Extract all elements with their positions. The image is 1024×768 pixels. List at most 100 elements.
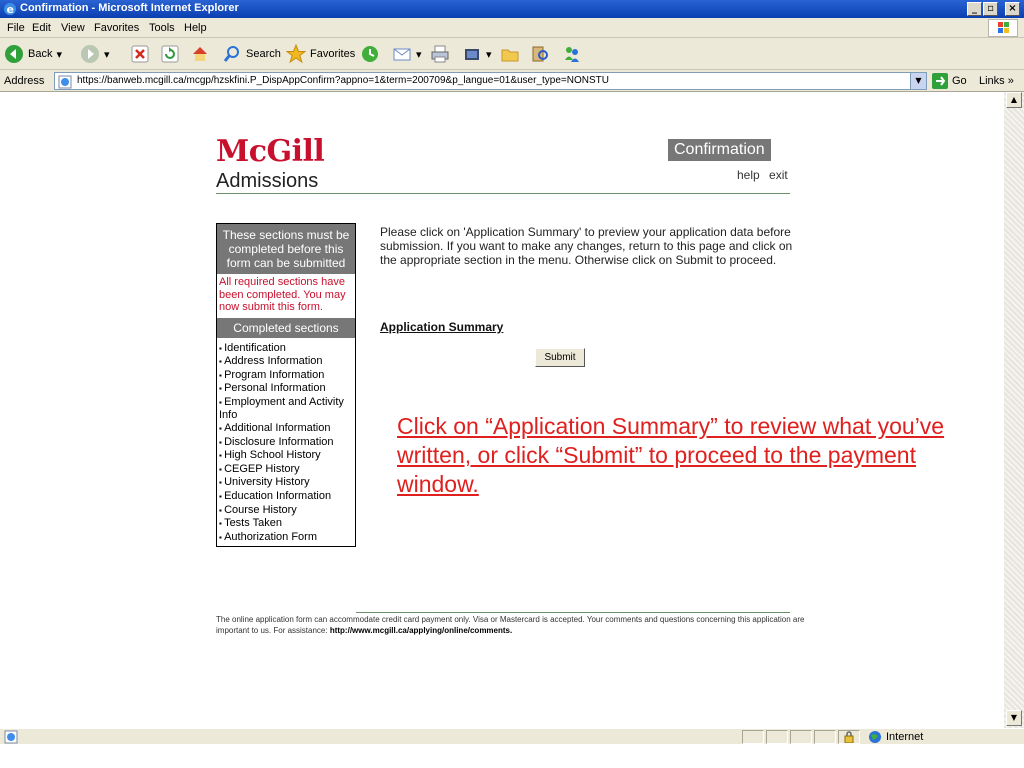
go-label: Go xyxy=(952,75,967,87)
help-link[interactable]: help xyxy=(737,168,760,182)
windows-logo-icon xyxy=(988,19,1018,37)
section-item-address[interactable]: Address Information xyxy=(219,355,353,369)
mail-button[interactable]: ▾ xyxy=(392,44,422,64)
go-arrow-icon xyxy=(932,73,948,89)
refresh-icon xyxy=(161,45,179,63)
print-button[interactable] xyxy=(430,44,450,64)
sections-sidebar: These sections must be completed before … xyxy=(216,223,356,548)
messenger-button[interactable] xyxy=(562,44,582,64)
address-url: https://banweb.mcgill.ca/mcgp/hzskfini.P… xyxy=(77,75,609,86)
favorites-button[interactable]: Favorites xyxy=(286,44,355,64)
completed-sections-header: Completed sections xyxy=(217,317,355,338)
history-button[interactable] xyxy=(360,44,380,64)
page-status-icon xyxy=(4,730,18,744)
window-title: Confirmation - Microsoft Internet Explor… xyxy=(20,2,239,14)
chevron-down-icon[interactable]: ▾ xyxy=(486,48,492,61)
section-item-education[interactable]: Education Information xyxy=(219,490,353,504)
chevron-down-icon[interactable]: ▾ xyxy=(104,48,110,61)
globe-icon xyxy=(869,731,881,743)
exit-link[interactable]: exit xyxy=(769,168,788,182)
section-item-additional[interactable]: Additional Information xyxy=(219,422,353,436)
zone-label: Internet xyxy=(886,731,924,743)
history-icon xyxy=(362,46,378,62)
stop-button[interactable] xyxy=(130,44,150,64)
section-item-program[interactable]: Program Information xyxy=(219,369,353,383)
folder-icon xyxy=(501,49,519,62)
required-sections-header: These sections must be completed before … xyxy=(217,224,355,274)
status-cell xyxy=(790,730,812,744)
status-bar: Internet xyxy=(0,728,1024,744)
refresh-button[interactable] xyxy=(160,44,180,64)
stop-icon xyxy=(131,45,149,63)
section-item-course-history[interactable]: Course History xyxy=(219,504,353,518)
internet-explorer-icon: e xyxy=(4,3,16,16)
menu-help[interactable]: Help xyxy=(184,22,207,34)
header-links: help exit xyxy=(731,168,788,182)
folder-button[interactable] xyxy=(500,44,520,64)
address-bar: Address https://banweb.mcgill.ca/mcgp/hz… xyxy=(0,70,1024,92)
admissions-label: Admissions xyxy=(216,170,319,192)
header-divider xyxy=(216,193,790,194)
section-item-cegep[interactable]: CEGEP History xyxy=(219,463,353,477)
address-label: Address xyxy=(4,75,45,87)
footer-text: The online application form can accommod… xyxy=(216,614,806,636)
edit-button[interactable]: ▾ xyxy=(462,44,492,64)
section-item-personal[interactable]: Personal Information xyxy=(219,382,353,396)
secure-lock-cell xyxy=(838,730,860,744)
instruction-annotation: Click on “Application Summary” to review… xyxy=(397,413,945,497)
menu-file[interactable]: File xyxy=(7,22,25,34)
search-button[interactable]: Search xyxy=(222,44,281,64)
chevron-down-icon[interactable]: ▼ xyxy=(910,73,926,89)
desktop-background xyxy=(0,744,1024,768)
section-item-employment[interactable]: Employment and Activity Info xyxy=(219,396,353,422)
menu-edit[interactable]: Edit xyxy=(32,22,51,34)
mcgill-logo: McGill xyxy=(216,134,325,169)
section-item-disclosure[interactable]: Disclosure Information xyxy=(219,436,353,450)
search-label: Search xyxy=(246,48,281,60)
svg-text:e: e xyxy=(7,3,14,16)
home-button[interactable] xyxy=(190,44,210,64)
go-button[interactable]: Go xyxy=(932,73,967,89)
address-input[interactable]: https://banweb.mcgill.ca/mcgp/hzskfini.P… xyxy=(54,72,927,90)
close-button[interactable]: × xyxy=(1005,2,1020,16)
chevron-down-icon[interactable]: ▾ xyxy=(416,48,422,61)
page-viewport: McGill Admissions Confirmation help exit… xyxy=(0,92,1004,728)
research-button[interactable] xyxy=(530,44,550,64)
section-item-tests[interactable]: Tests Taken xyxy=(219,517,353,531)
minimize-button[interactable]: _ xyxy=(967,2,982,16)
print-icon xyxy=(431,45,449,63)
application-summary-link[interactable]: Application Summary xyxy=(380,320,503,334)
links-button[interactable]: Links » xyxy=(979,75,1014,87)
menu-view[interactable]: View xyxy=(61,22,85,34)
menu-favorites[interactable]: Favorites xyxy=(94,22,139,34)
page-icon xyxy=(58,75,72,89)
scroll-up-icon[interactable]: ▲ xyxy=(1006,92,1022,108)
vertical-scrollbar[interactable]: ▲ ▼ xyxy=(1004,92,1024,728)
menu-bar: File Edit View Favorites Tools Help xyxy=(0,18,1024,38)
comments-link[interactable]: http://www.mcgill.ca/applying/online/com… xyxy=(330,626,512,635)
forward-button[interactable]: ▾ xyxy=(80,44,110,64)
favorites-label: Favorites xyxy=(310,48,356,60)
status-cell xyxy=(742,730,764,744)
edit-page-icon xyxy=(465,49,479,60)
search-icon xyxy=(223,46,239,62)
research-icon xyxy=(532,46,548,62)
scroll-down-icon[interactable]: ▼ xyxy=(1006,710,1022,726)
menu-tools[interactable]: Tools xyxy=(149,22,175,34)
section-item-high-school[interactable]: High School History xyxy=(219,449,353,463)
chevron-down-icon[interactable]: ▾ xyxy=(56,48,62,61)
section-item-authorization[interactable]: Authorization Form xyxy=(219,531,353,545)
back-label: Back xyxy=(28,48,53,60)
section-item-identification[interactable]: Identification xyxy=(219,342,353,356)
submit-button[interactable]: Submit xyxy=(535,348,585,367)
page-title: Confirmation xyxy=(668,139,771,161)
window-titlebar[interactable]: e Confirmation - Microsoft Internet Expl… xyxy=(0,0,1024,18)
section-item-university[interactable]: University History xyxy=(219,476,353,490)
toolbar: Back ▾ ▾ Search Favorites ▾ ▾ xyxy=(0,38,1024,70)
back-button[interactable]: Back ▾ xyxy=(4,44,62,64)
home-icon xyxy=(193,47,207,61)
footer-divider xyxy=(356,612,790,613)
back-arrow-icon xyxy=(5,45,23,63)
lock-icon xyxy=(844,731,854,744)
maximize-button[interactable]: ▫ xyxy=(983,2,998,16)
